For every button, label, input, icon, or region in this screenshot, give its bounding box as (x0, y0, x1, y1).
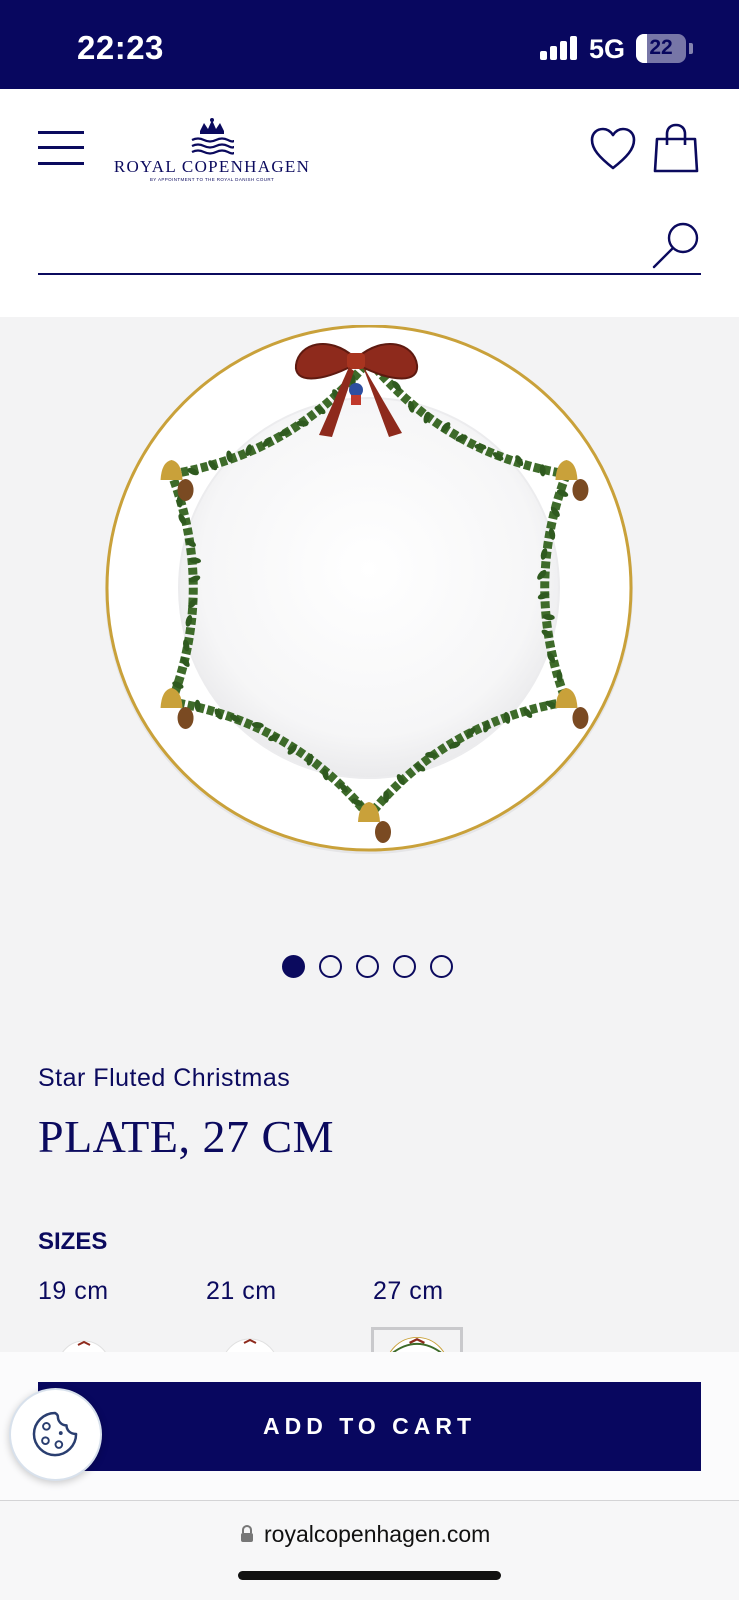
add-to-cart-bar: ADD TO CART (0, 1352, 739, 1500)
hamburger-menu-icon[interactable] (38, 131, 84, 165)
product-title: PLATE, 27 CM (38, 1110, 334, 1163)
network-type: 5G (589, 34, 625, 65)
size-option-27cm[interactable]: 27 cm (373, 1277, 444, 1306)
pine-cone-ornament (572, 707, 588, 729)
url-text[interactable]: royalcopenhagen.com (264, 1521, 490, 1548)
carousel-dot-4[interactable] (393, 955, 416, 978)
status-bar: 22:23 5G 22 (0, 0, 739, 89)
cellular-signal-icon (540, 36, 578, 60)
carousel-dot-1[interactable] (282, 955, 305, 978)
sizes-heading: SIZES (38, 1228, 107, 1256)
brand-tagline: BY APPOINTMENT TO THE ROYAL DANISH COURT (112, 177, 312, 182)
brand-name: ROYAL COPENHAGEN (112, 157, 312, 177)
carousel-dot-2[interactable] (319, 955, 342, 978)
shopping-bag-icon[interactable] (653, 123, 699, 173)
crown-icon (190, 117, 234, 157)
battery-tip (689, 43, 693, 54)
heart-icon[interactable] (589, 127, 637, 171)
site-header: ROYAL COPENHAGEN BY APPOINTMENT TO THE R… (0, 89, 739, 317)
carousel-dot-3[interactable] (356, 955, 379, 978)
size-option-21cm[interactable]: 21 cm (206, 1277, 277, 1306)
product-gallery: Star Fluted Christmas PLATE, 27 CM SIZES… (0, 317, 739, 1352)
cookie-icon (11, 1390, 100, 1479)
carousel-dot-5[interactable] (430, 955, 453, 978)
browser-url-bar[interactable]: royalcopenhagen.com (0, 1500, 739, 1600)
search-icon[interactable] (651, 221, 701, 271)
brand-logo[interactable]: ROYAL COPENHAGEN BY APPOINTMENT TO THE R… (112, 117, 312, 181)
battery-level: 22 (636, 36, 686, 60)
add-to-cart-button[interactable]: ADD TO CART (38, 1382, 701, 1471)
pine-cone-ornament (178, 707, 194, 729)
product-image-plate[interactable] (104, 325, 634, 855)
cookie-settings-button[interactable] (9, 1388, 102, 1481)
pine-cone-ornament (572, 479, 588, 501)
pine-cone-ornament (178, 479, 194, 501)
home-indicator[interactable] (238, 1571, 501, 1580)
size-option-19cm[interactable]: 19 cm (38, 1277, 109, 1306)
pine-cone-ornament (375, 821, 391, 843)
battery-icon: 22 (636, 34, 686, 63)
status-time: 22:23 (77, 29, 164, 67)
search-input[interactable] (38, 219, 701, 275)
product-collection[interactable]: Star Fluted Christmas (38, 1064, 290, 1093)
lock-icon (240, 1525, 254, 1543)
